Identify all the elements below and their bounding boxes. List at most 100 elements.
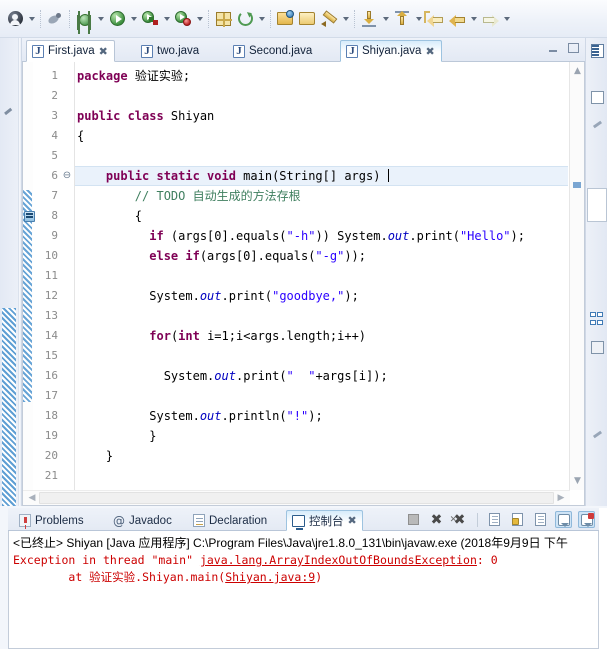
properties-view-icon[interactable]	[587, 188, 607, 222]
fold-marker[interactable]	[61, 186, 73, 206]
terminate-button[interactable]	[405, 511, 422, 528]
run-configurations-icon[interactable]	[139, 7, 161, 31]
fold-marker[interactable]	[61, 226, 73, 246]
fold-marker[interactable]	[61, 106, 73, 126]
new-task-dropdown-icon[interactable]	[340, 7, 351, 31]
word-wrap-button[interactable]	[532, 511, 549, 528]
next-annotation-dropdown-icon[interactable]	[380, 7, 391, 31]
pin-console-button[interactable]	[555, 511, 572, 528]
run-coverage-icon[interactable]	[172, 7, 194, 31]
code-token: .print(	[235, 369, 287, 383]
editor-tab-second-java[interactable]: Second.java	[227, 40, 319, 62]
editor-horizontal-scrollbar[interactable]: ◀ ▶	[23, 490, 570, 505]
folding-ruler[interactable]: ⊖	[61, 62, 73, 505]
fold-marker[interactable]	[61, 386, 73, 406]
left-edit-icon[interactable]	[3, 106, 13, 116]
line-number: 8	[51, 209, 58, 222]
code-token: "-g"	[315, 249, 345, 263]
user-account-icon[interactable]	[4, 7, 26, 31]
open-task-icon[interactable]	[296, 7, 318, 31]
display-selected-console-button[interactable]	[578, 511, 595, 528]
new-java-package-icon[interactable]	[212, 7, 234, 31]
navigate-forward-icon[interactable]	[479, 7, 501, 31]
fold-marker[interactable]	[61, 446, 73, 466]
code-token: ;	[182, 69, 191, 83]
external-tools-dropdown-icon[interactable]	[256, 7, 267, 31]
close-icon[interactable]: ✖	[425, 46, 434, 57]
hscroll-thumb[interactable]	[39, 492, 554, 504]
open-type-icon[interactable]	[274, 7, 296, 31]
previous-annotation-dropdown-icon[interactable]	[413, 7, 424, 31]
console-stack-link[interactable]: java.lang.ArrayIndexOutOfBoundsException	[200, 553, 477, 567]
line-number: 9	[51, 229, 58, 242]
console-output[interactable]: <已终止> Shiyan [Java 应用程序] C:\Program File…	[8, 531, 599, 649]
scroll-right-icon[interactable]: ▶	[554, 491, 568, 505]
console-text: .Shiyan.main(	[135, 570, 226, 584]
edit-view-icon[interactable]	[588, 116, 606, 134]
minimize-icon[interactable]	[548, 44, 558, 53]
run-icon[interactable]	[106, 7, 128, 31]
remove-launch-button[interactable]: ✖	[428, 511, 445, 528]
scroll-left-icon[interactable]: ◀	[25, 491, 39, 505]
overview-marker[interactable]	[573, 182, 581, 188]
external-tools-icon[interactable]	[234, 7, 256, 31]
fold-marker[interactable]	[61, 126, 73, 146]
scroll-lock-button[interactable]	[509, 511, 526, 528]
fold-marker[interactable]	[61, 286, 73, 306]
fold-marker[interactable]	[61, 246, 73, 266]
tab-declaration[interactable]: Declaration	[188, 510, 272, 531]
search-view-icon[interactable]	[588, 426, 606, 444]
fold-marker[interactable]	[61, 406, 73, 426]
scroll-down-icon[interactable]: ▼	[570, 474, 584, 488]
type-hierarchy-icon[interactable]	[588, 310, 606, 328]
fold-marker[interactable]	[61, 346, 73, 366]
code-line: if (args[0].equals("-h")) System.out.pri…	[77, 226, 568, 246]
close-icon[interactable]: ✖	[348, 515, 357, 526]
fold-marker[interactable]	[61, 146, 73, 166]
fold-marker[interactable]	[61, 426, 73, 446]
previous-annotation-icon[interactable]	[391, 7, 413, 31]
tab-javadoc[interactable]: @ Javadoc	[108, 510, 177, 531]
editor-vertical-scrollbar[interactable]: ▲ ▼	[569, 62, 584, 490]
skip-breakpoints-icon[interactable]	[44, 7, 66, 31]
navigate-forward-dropdown-icon[interactable]	[501, 7, 512, 31]
code-token: main(String[] args)	[235, 169, 388, 183]
fold-marker[interactable]	[61, 306, 73, 326]
fold-marker[interactable]	[61, 206, 73, 226]
navigate-back-dropdown-icon[interactable]	[468, 7, 479, 31]
back-to-icon[interactable]	[423, 7, 446, 31]
run-dropdown-icon[interactable]	[128, 7, 139, 31]
user-account-dropdown-icon[interactable]	[26, 7, 37, 31]
debug-dropdown-icon[interactable]	[95, 7, 106, 31]
fold-marker[interactable]	[61, 66, 73, 86]
tab-console[interactable]: 控制台 ✖	[286, 510, 363, 531]
editor-tab-two-java[interactable]: two.java	[135, 40, 206, 62]
fold-marker[interactable]	[61, 466, 73, 486]
clear-console-button[interactable]	[486, 511, 503, 528]
code-text[interactable]: package 验证实验; public class Shiyan { publi…	[77, 62, 568, 505]
annotation-view-icon[interactable]	[588, 338, 606, 356]
run-coverage-dropdown-icon[interactable]	[194, 7, 205, 31]
remove-all-terminated-button[interactable]: ✖	[450, 511, 468, 528]
fold-marker[interactable]	[61, 366, 73, 386]
package-explorer-icon[interactable]	[588, 88, 606, 106]
close-icon[interactable]: ✖	[99, 46, 108, 57]
debug-icon[interactable]	[73, 7, 95, 31]
new-task-icon[interactable]	[318, 7, 340, 31]
maximize-icon[interactable]	[568, 43, 579, 53]
fold-marker[interactable]	[61, 86, 73, 106]
fold-marker[interactable]	[61, 326, 73, 346]
run-configurations-dropdown-icon[interactable]	[161, 7, 172, 31]
next-annotation-icon[interactable]	[358, 7, 380, 31]
scroll-up-icon[interactable]: ▲	[570, 64, 584, 78]
console-stack-link[interactable]: Shiyan.java:9	[225, 570, 315, 584]
navigate-back-icon[interactable]	[446, 7, 468, 31]
fold-marker[interactable]: ⊖	[61, 166, 73, 186]
code-editor[interactable]: 1 2 3 4 5 6 7 8 9 10 11 12 13 14 15 16 17 18 19 20 21 ⊖ pack…	[22, 62, 585, 506]
editor-tab-first-java[interactable]: First.java ✖	[26, 40, 115, 62]
editor-tab-shiyan-java[interactable]: Shiyan.java ✖	[340, 40, 442, 62]
tab-problems[interactable]: Problems	[14, 510, 89, 531]
fold-marker[interactable]	[61, 266, 73, 286]
outline-view-icon[interactable]	[588, 42, 606, 60]
